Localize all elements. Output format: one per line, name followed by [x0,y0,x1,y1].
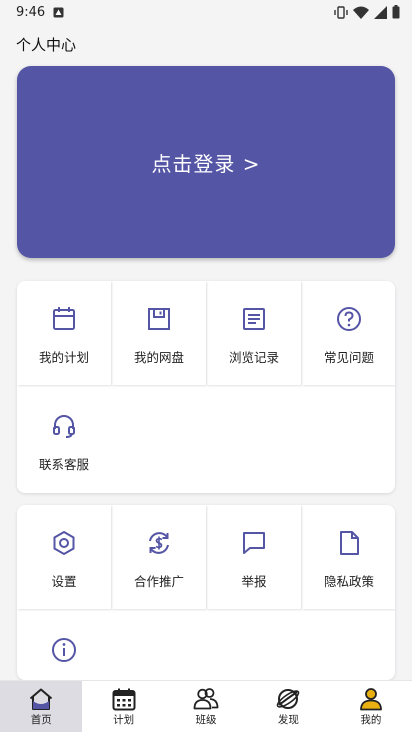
user-features-card: 我的计划 我的网盘 浏览记录 常见问题 联系客服 [17,281,395,493]
privacy-policy-label: 隐私政策 [323,574,374,589]
nav-mine[interactable]: 我的 [330,681,412,732]
vibrate-icon [334,5,348,19]
report-label: 举报 [241,574,267,589]
my-plan-item[interactable]: 我的计划 [17,281,111,385]
report-item[interactable]: 举报 [207,505,301,609]
nav-discover-label: 发现 [277,713,299,726]
login-label: 点击登录 > [151,151,261,176]
calendar-icon [53,307,75,330]
planet-icon [277,688,300,709]
nav-plan[interactable]: 计划 [82,681,164,732]
browse-history-item[interactable]: 浏览记录 [207,281,301,385]
group-icon [193,687,219,709]
chat-bubble-icon [243,532,265,554]
nav-home[interactable]: 首页 [0,681,83,732]
faq-label: 常见问题 [323,350,374,365]
privacy-policy-item[interactable]: 隐私政策 [302,505,395,609]
file-icon [340,531,359,555]
settings-item[interactable]: 设置 [17,505,111,609]
settings-icon [53,530,75,556]
nav-class-label: 班级 [195,713,217,726]
calendar-icon [112,688,136,710]
my-cloud-drive-label: 我的网盘 [133,350,184,365]
contact-support-item[interactable]: 联系客服 [17,388,111,492]
floppy-disk-icon [148,308,170,330]
dollar-refresh-icon [149,532,169,554]
person-icon [359,687,382,710]
status-bar: 9:46 [0,0,412,24]
faq-item[interactable]: 常见问题 [302,281,395,385]
document-icon [243,308,265,330]
page-title: 个人中心 [16,36,77,54]
cooperation-promotion-label: 合作推广 [133,574,184,589]
browse-history-label: 浏览记录 [228,350,279,365]
home-icon [30,688,53,710]
nav-mine-label: 我的 [360,713,382,726]
contact-support-label: 联系客服 [38,457,89,472]
my-plan-label: 我的计划 [38,350,89,365]
app-settings-card: 设置 合作推广 举报 隐私政策 [17,505,395,680]
my-cloud-drive-item[interactable]: 我的网盘 [112,281,206,385]
notification-icon [53,7,64,17]
status-time: 9:46 [16,4,46,20]
nav-home-label: 首页 [30,713,52,726]
help-circle-icon [337,307,361,331]
headset-icon [53,415,75,438]
nav-class[interactable]: 班级 [165,681,247,732]
bottom-nav: 首页 计划 班级 发现 我的 [0,680,412,732]
settings-label: 设置 [51,574,77,589]
nav-discover[interactable]: 发现 [247,681,329,732]
wifi-icon [353,6,369,19]
battery-icon [392,5,400,19]
about-item[interactable] [17,612,111,680]
cooperation-promotion-item[interactable]: 合作推广 [112,505,206,609]
info-icon [52,638,76,662]
signal-icon [374,5,387,19]
login-button[interactable]: 点击登录 > [17,66,395,258]
nav-plan-label: 计划 [113,713,135,726]
